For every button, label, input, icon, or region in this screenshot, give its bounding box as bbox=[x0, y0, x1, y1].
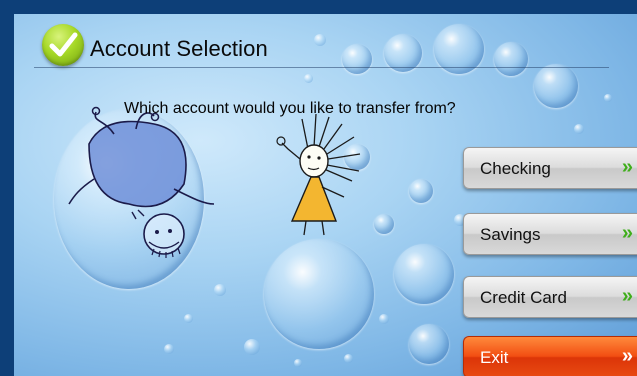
droplet bbox=[164, 344, 174, 354]
checking-label: Checking bbox=[480, 159, 551, 178]
girl-figure-drawing bbox=[276, 113, 361, 236]
bubble-right-2 bbox=[394, 244, 454, 304]
savings-label: Savings bbox=[480, 225, 541, 244]
droplet bbox=[574, 124, 584, 134]
droplet bbox=[604, 94, 612, 102]
chevron-right-icon: » bbox=[621, 285, 633, 307]
checkmark-icon bbox=[42, 24, 84, 66]
exit-button[interactable]: Exit » bbox=[463, 336, 637, 376]
title-divider bbox=[34, 67, 609, 68]
bubble-right-3 bbox=[409, 324, 449, 364]
droplet bbox=[344, 354, 353, 363]
atm-screen: Account Selection Which account would yo… bbox=[0, 0, 637, 376]
page-title: Account Selection bbox=[90, 36, 268, 61]
chevron-right-icon: » bbox=[621, 156, 633, 178]
savings-button[interactable]: Savings » bbox=[463, 213, 637, 255]
droplet bbox=[244, 339, 260, 355]
credit-card-label: Credit Card bbox=[480, 288, 567, 307]
header: Account Selection bbox=[14, 14, 609, 74]
chevron-right-icon: » bbox=[621, 222, 633, 244]
bubble-center-bottom bbox=[264, 239, 374, 349]
exit-label: Exit bbox=[480, 348, 509, 367]
bubble-mid-2 bbox=[409, 179, 433, 203]
checking-button[interactable]: Checking » bbox=[463, 147, 637, 189]
background-panel: Account Selection Which account would yo… bbox=[14, 14, 637, 376]
transfer-question: Which account would you like to transfer… bbox=[124, 100, 456, 117]
bubble-mid-3 bbox=[374, 214, 394, 234]
chevron-right-icon: » bbox=[621, 345, 633, 367]
droplet bbox=[184, 314, 193, 323]
droplet bbox=[379, 314, 389, 324]
upside-down-figure-drawing bbox=[68, 106, 215, 258]
droplet bbox=[304, 74, 313, 83]
droplet bbox=[294, 359, 302, 367]
credit-card-button[interactable]: Credit Card » bbox=[463, 276, 637, 318]
